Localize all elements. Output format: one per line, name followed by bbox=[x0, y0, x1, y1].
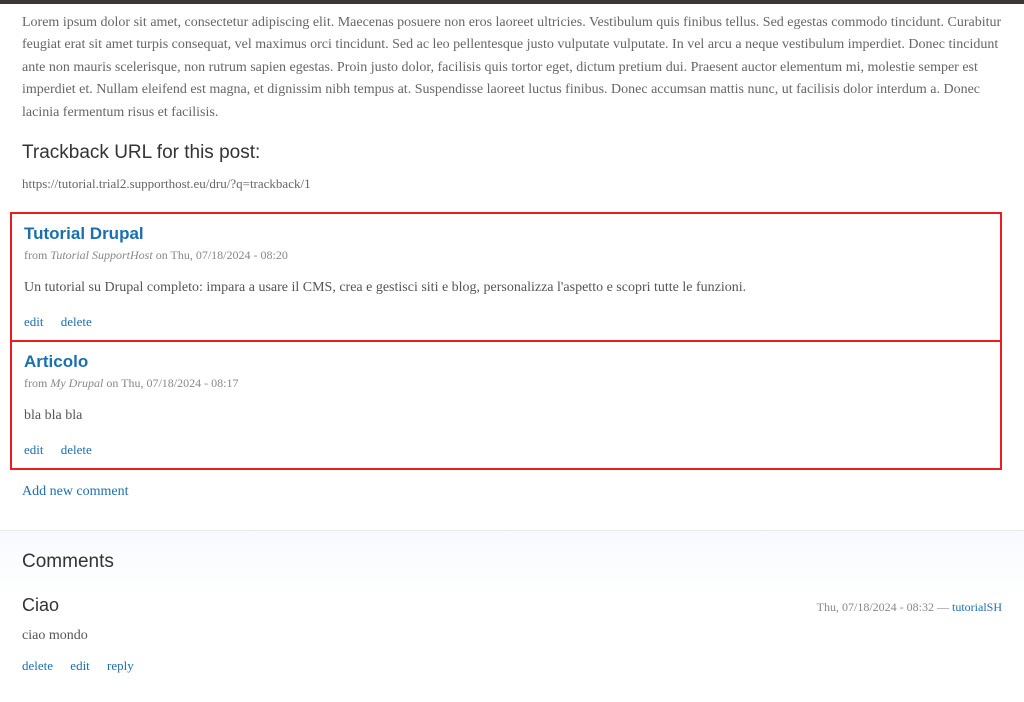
edit-link[interactable]: edit bbox=[24, 442, 44, 457]
comment-author-link[interactable]: tutorialSH bbox=[952, 600, 1002, 614]
trackback-source: My Drupal bbox=[50, 376, 103, 390]
trackback-actions: edit delete bbox=[24, 314, 988, 330]
trackback-actions: edit delete bbox=[24, 442, 988, 458]
post-body: Lorem ipsum dolor sit amet, consectetur … bbox=[22, 12, 1002, 124]
trackback-meta: from My Drupal on Thu, 07/18/2024 - 08:1… bbox=[24, 376, 988, 391]
comments-section: Comments Ciao Thu, 07/18/2024 - 08:32 — … bbox=[0, 530, 1024, 702]
edit-link[interactable]: edit bbox=[24, 314, 44, 329]
comments-heading: Comments bbox=[22, 551, 1002, 573]
trackback-title: Articolo bbox=[24, 352, 988, 372]
comment-meta: Thu, 07/18/2024 - 08:32 — tutorialSH bbox=[817, 600, 1002, 615]
delete-link[interactable]: delete bbox=[61, 442, 92, 457]
on-label: on bbox=[156, 248, 168, 262]
trackback-title-link[interactable]: Tutorial Drupal bbox=[24, 224, 144, 243]
main-container: Lorem ipsum dolor sit amet, consectetur … bbox=[0, 4, 1024, 702]
on-label: on bbox=[106, 376, 118, 390]
comment-date: Thu, 07/18/2024 - 08:32 bbox=[817, 600, 934, 614]
comment-item: Ciao Thu, 07/18/2024 - 08:32 — tutorialS… bbox=[22, 595, 1002, 674]
reply-link[interactable]: reply bbox=[107, 658, 134, 673]
comment-header: Ciao Thu, 07/18/2024 - 08:32 — tutorialS… bbox=[22, 595, 1002, 616]
trackback-body: bla bla bla bbox=[24, 405, 988, 426]
from-label: from bbox=[24, 248, 47, 262]
comment-body: ciao mondo bbox=[22, 628, 1002, 644]
comment-actions: delete edit reply bbox=[22, 658, 1002, 674]
trackback-url: https://tutorial.trial2.supporthost.eu/d… bbox=[22, 176, 1002, 192]
trackback-title: Tutorial Drupal bbox=[24, 224, 988, 244]
delete-link[interactable]: delete bbox=[61, 314, 92, 329]
add-new-comment: Add new comment bbox=[22, 484, 1002, 500]
trackback-item-2: Articolo from My Drupal on Thu, 07/18/20… bbox=[10, 340, 1002, 470]
trackback-meta: from Tutorial SupportHost on Thu, 07/18/… bbox=[24, 248, 988, 263]
trackback-item-1: Tutorial Drupal from Tutorial SupportHos… bbox=[10, 212, 1002, 342]
from-label: from bbox=[24, 376, 47, 390]
meta-separator: — bbox=[934, 600, 952, 614]
trackback-source: Tutorial SupportHost bbox=[50, 248, 152, 262]
trackback-heading: Trackback URL for this post: bbox=[22, 142, 1002, 164]
delete-link[interactable]: delete bbox=[22, 658, 53, 673]
trackback-body: Un tutorial su Drupal completo: impara a… bbox=[24, 277, 988, 298]
comment-title: Ciao bbox=[22, 595, 59, 616]
trackback-date: Thu, 07/18/2024 - 08:17 bbox=[121, 376, 238, 390]
trackback-date: Thu, 07/18/2024 - 08:20 bbox=[170, 248, 287, 262]
edit-link[interactable]: edit bbox=[70, 658, 90, 673]
trackback-title-link[interactable]: Articolo bbox=[24, 352, 88, 371]
add-comment-link[interactable]: Add new comment bbox=[22, 484, 129, 499]
